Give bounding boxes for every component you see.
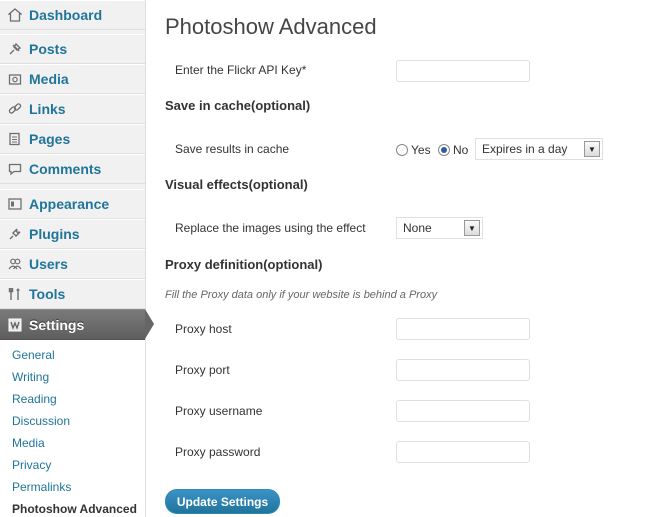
menu-label-dashboard: Dashboard [29, 7, 103, 23]
chevron-down-icon: ▼ [584, 141, 600, 157]
cache-no-radio[interactable] [438, 144, 450, 156]
cache-yes-radio[interactable] [396, 144, 408, 156]
submenu-privacy[interactable]: Privacy [12, 458, 51, 472]
proxy-password-input[interactable] [396, 441, 530, 463]
submenu-photoshow-advanced[interactable]: Photoshow Advanced [12, 502, 137, 516]
proxy-description: Fill the Proxy data only if your website… [165, 289, 438, 301]
menu-item-links[interactable]: Links [0, 94, 145, 124]
menu-item-plugins[interactable]: Plugins [0, 219, 145, 249]
settings-submenu: General Writing Reading Discussion Media… [0, 340, 145, 517]
menu-label-appearance: Appearance [29, 196, 110, 212]
menu-item-dashboard[interactable]: Dashboard [0, 0, 145, 30]
menu-item-users[interactable]: Users [0, 249, 145, 279]
proxy-username-label: Proxy username [175, 404, 263, 418]
cache-expiry-select[interactable]: Expires in a day ▼ [475, 138, 603, 160]
menu-label-posts: Posts [29, 41, 68, 57]
dashboard-icon [7, 7, 23, 23]
proxy-host-label: Proxy host [175, 322, 232, 336]
proxy-password-label: Proxy password [175, 445, 261, 459]
effect-select[interactable]: None ▼ [396, 217, 483, 239]
proxy-username-input[interactable] [396, 400, 530, 422]
cache-yes-label: Yes [411, 143, 431, 157]
active-menu-pointer [145, 309, 154, 339]
menu-item-comments[interactable]: Comments [0, 154, 145, 184]
menu-label-media: Media [29, 71, 69, 87]
update-settings-button[interactable]: Update Settings [165, 489, 280, 514]
cache-no-label: No [453, 143, 469, 157]
menu-label-plugins: Plugins [29, 226, 80, 242]
menu-item-appearance[interactable]: Appearance [0, 189, 145, 219]
effects-section-heading: Visual effects(optional) [165, 177, 308, 192]
menu-item-settings[interactable]: Settings [0, 309, 145, 340]
submenu-general[interactable]: General [12, 348, 55, 362]
cache-expiry-value: Expires in a day [482, 142, 568, 156]
menu-label-settings: Settings [29, 316, 85, 333]
api-key-input[interactable] [396, 60, 530, 82]
submenu-discussion[interactable]: Discussion [12, 414, 70, 428]
menu-item-tools[interactable]: Tools [0, 279, 145, 309]
menu-item-media[interactable]: Media [0, 64, 145, 94]
cache-section-heading: Save in cache(optional) [165, 98, 311, 113]
plug-icon [7, 226, 23, 242]
menu-label-users: Users [29, 256, 68, 272]
users-icon [7, 256, 23, 272]
submenu-media[interactable]: Media [12, 436, 45, 450]
proxy-port-label: Proxy port [175, 363, 230, 377]
media-icon [7, 71, 23, 87]
menu-label-comments: Comments [29, 161, 102, 177]
appearance-icon [7, 196, 23, 212]
page-title: Photoshow Advanced [165, 14, 377, 39]
menu-label-links: Links [29, 101, 66, 117]
submenu-permalinks[interactable]: Permalinks [12, 480, 71, 494]
chevron-down-icon: ▼ [464, 220, 480, 236]
settings-form: Photoshow Advanced Enter the Flickr API … [165, 0, 670, 517]
effect-value: None [403, 221, 432, 235]
menu-label-tools: Tools [29, 286, 66, 302]
link-icon [7, 101, 23, 117]
settings-icon [7, 317, 23, 333]
menu-item-pages[interactable]: Pages [0, 124, 145, 154]
proxy-port-input[interactable] [396, 359, 530, 381]
submenu-writing[interactable]: Writing [12, 370, 49, 384]
pushpin-icon [7, 41, 23, 57]
cache-label: Save results in cache [175, 142, 290, 156]
menu-item-posts[interactable]: Posts [0, 34, 145, 64]
pages-icon [7, 131, 23, 147]
admin-sidebar: Dashboard Posts Media Links Pages Commen… [0, 0, 154, 517]
proxy-host-input[interactable] [396, 318, 530, 340]
menu-label-pages: Pages [29, 131, 71, 147]
submenu-reading[interactable]: Reading [12, 392, 57, 406]
proxy-section-heading: Proxy definition(optional) [165, 257, 323, 272]
effect-label: Replace the images using the effect [175, 221, 366, 235]
api-key-label: Enter the Flickr API Key* [175, 63, 307, 77]
tools-icon [7, 286, 23, 302]
comment-icon [7, 161, 23, 177]
